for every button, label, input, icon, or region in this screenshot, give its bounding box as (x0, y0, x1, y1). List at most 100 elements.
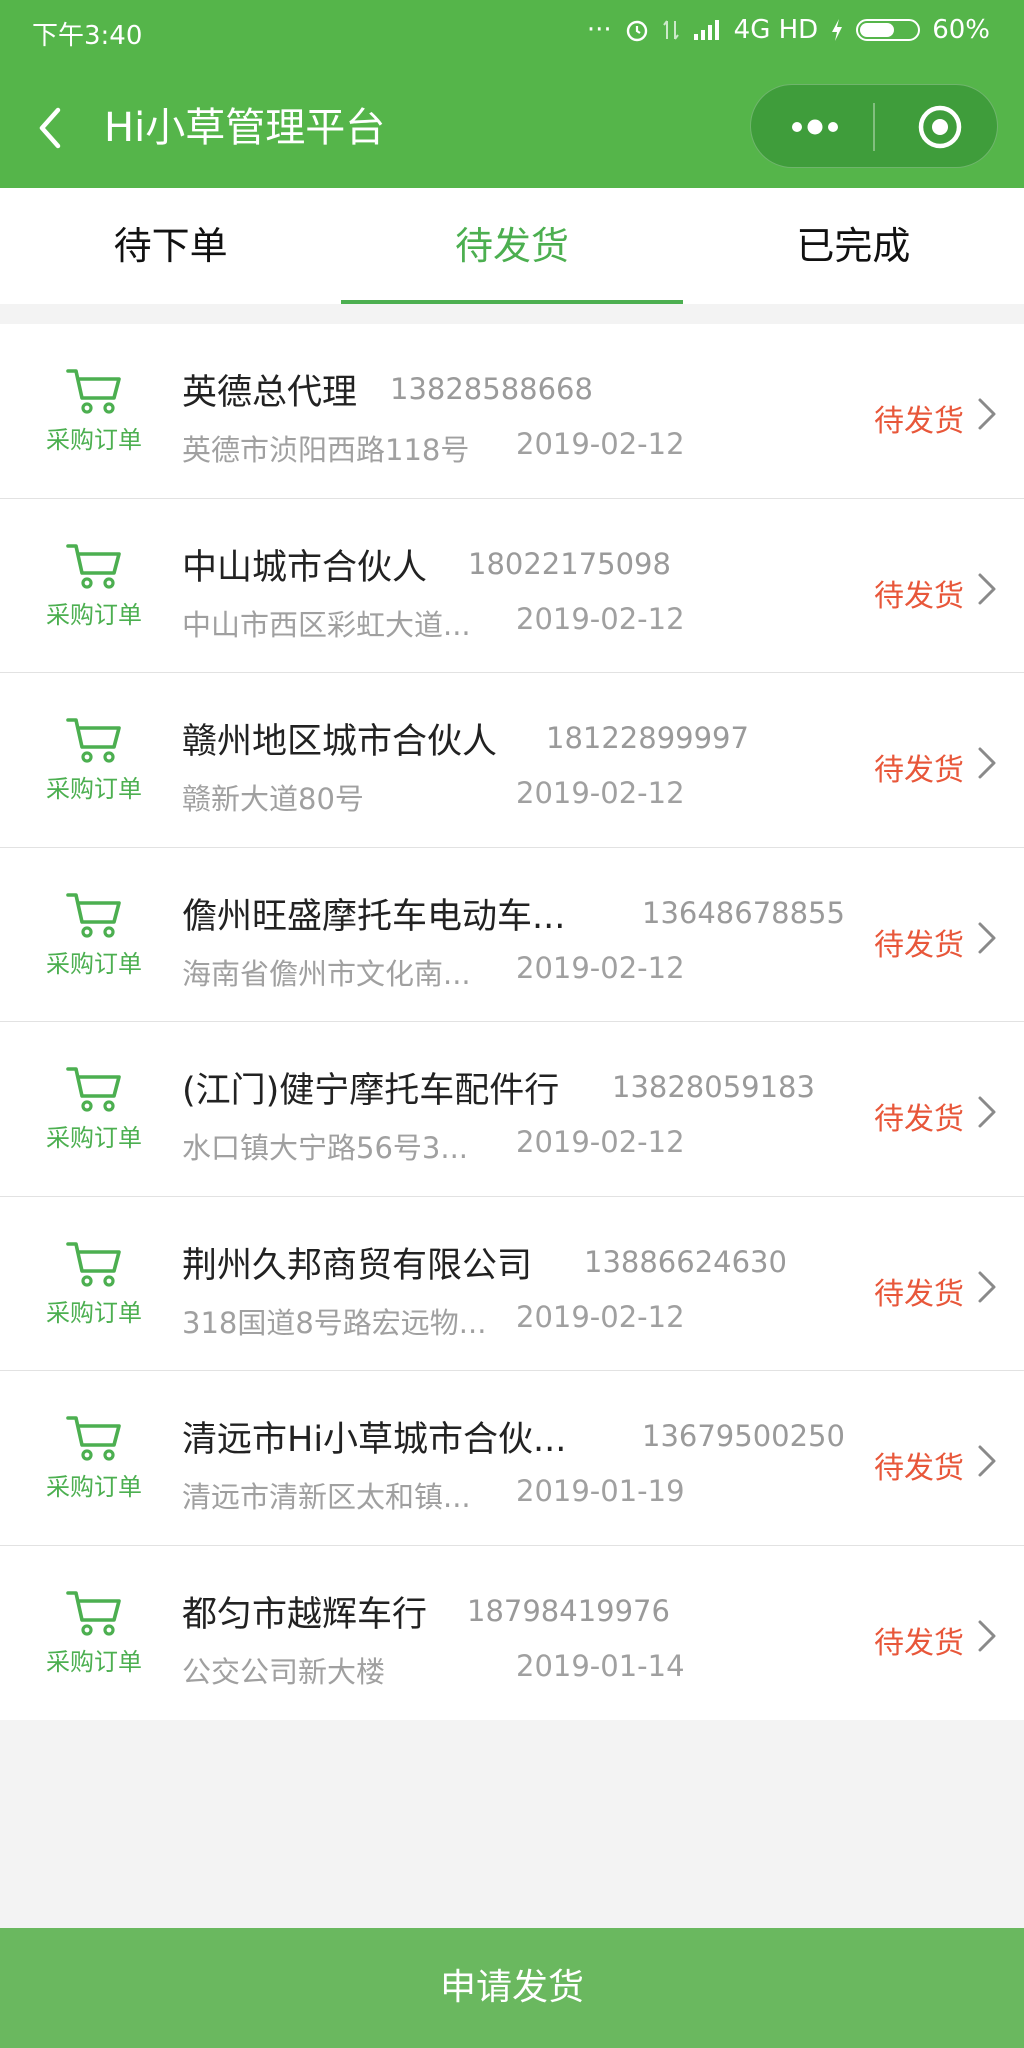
order-type: 采购订单 (36, 541, 152, 630)
order-row[interactable]: 采购订单 清远市Hi小草城市合伙... 13679500250 清远市清新区太和… (0, 1371, 1024, 1546)
customer-phone: 13886624630 (584, 1244, 787, 1279)
status-time: 下午3:40 (32, 21, 143, 51)
status-badge: 待发货 (874, 1451, 964, 1486)
chevron-right-icon (978, 1620, 996, 1651)
order-type-label: 采购订单 (46, 949, 142, 978)
shopping-cart-icon (66, 1590, 121, 1636)
order-type: 采购订单 (36, 1413, 152, 1502)
order-type: 采购订单 (36, 1588, 152, 1677)
order-date: 2019-01-19 (516, 1474, 685, 1508)
status-bar: 下午3:40 ··· 4G HD 60% (0, 0, 1024, 62)
order-type: 采购订单 (36, 715, 152, 804)
order-date: 2019-02-12 (516, 950, 685, 985)
customer-phone: 13648678855 (642, 895, 845, 930)
order-date: 2019-02-12 (516, 1299, 685, 1334)
mini-program-capsule (750, 84, 998, 168)
status-badge: 待发货 (874, 753, 964, 788)
status-badge: 待发货 (874, 927, 964, 963)
order-date: 2019-02-12 (516, 427, 685, 461)
order-row[interactable]: 采购订单 中山城市合伙人 18022175098 中山市西区彩虹大道... 20… (0, 499, 1024, 673)
customer-name: 儋州旺盛摩托车电动车... (182, 896, 566, 937)
customer-phone: 18022175098 (468, 546, 671, 581)
order-date: 2019-02-12 (516, 776, 685, 810)
order-list: 采购订单 英德总代理 13828588668 英德市浈阳西路118号 2019-… (0, 324, 1024, 1720)
tab-pending-order[interactable]: 待下单 (0, 188, 341, 304)
customer-name: 都匀市越辉车行 (182, 1594, 428, 1635)
order-type-label: 采购订单 (46, 1298, 142, 1327)
order-type-label: 采购订单 (46, 426, 142, 454)
order-row[interactable]: 采购订单 赣州地区城市合伙人 18122899997 赣新大道80号 2019-… (0, 673, 1024, 848)
customer-phone: 18798419976 (467, 1593, 670, 1628)
order-tabs: 待下单 待发货 已完成 (0, 188, 1024, 304)
order-row[interactable]: 采购订单 荆州久邦商贸有限公司 13886624630 318国道8号路宏远物.… (0, 1197, 1024, 1371)
shopping-cart-icon (66, 543, 121, 589)
tab-pending-shipment[interactable]: 待发货 (341, 188, 683, 304)
customer-address: 英德市浈阳西路118号 (182, 433, 470, 467)
shopping-cart-icon (66, 718, 121, 763)
order-type-label: 采购订单 (46, 1647, 142, 1676)
tab-completed[interactable]: 已完成 (683, 188, 1024, 304)
customer-address: 海南省儋州市文化南... (182, 956, 471, 991)
more-dots-icon: ··· (586, 15, 612, 45)
customer-name: 荆州久邦商贸有限公司 (182, 1245, 533, 1286)
status-indicators: ··· 4G HD 60% (587, 15, 990, 45)
chevron-right-icon (978, 398, 996, 430)
customer-address: 水口镇大宁路56号3... (182, 1131, 469, 1165)
close-target-icon[interactable] (917, 104, 963, 150)
battery-level (860, 23, 894, 37)
signal-icon (693, 20, 719, 40)
customer-phone: 13828059183 (612, 1070, 815, 1104)
customer-name: (江门)健宁摩托车配件行 (182, 1071, 560, 1111)
customer-address: 清远市清新区太和镇... (182, 1480, 471, 1514)
alarm-icon (626, 20, 647, 42)
customer-name: 英德总代理 (182, 373, 358, 413)
order-row[interactable]: 采购订单 都匀市越辉车行 18798419976 公交公司新大楼 2019-01… (0, 1546, 1024, 1721)
status-badge: 待发货 (874, 404, 964, 439)
data-transfer-icon (662, 20, 679, 40)
battery-percent: 60% (932, 15, 990, 45)
order-date: 2019-01-14 (516, 1648, 685, 1683)
chevron-right-icon (978, 1271, 996, 1302)
order-type: 采购订单 (36, 890, 152, 979)
customer-address: 公交公司新大楼 (182, 1654, 386, 1689)
order-row[interactable]: 采购订单 英德总代理 13828588668 英德市浈阳西路118号 2019-… (0, 324, 1024, 499)
order-type: 采购订单 (36, 1239, 152, 1328)
shopping-cart-icon (66, 1241, 121, 1287)
status-badge: 待发货 (874, 578, 964, 614)
status-badge: 待发货 (874, 1625, 964, 1661)
chevron-right-icon (978, 1096, 996, 1128)
order-type-label: 采购订单 (46, 775, 142, 803)
battery-icon (856, 19, 921, 41)
order-type-label: 采购订单 (46, 1124, 142, 1152)
chevron-right-icon (978, 1445, 996, 1477)
customer-phone: 18122899997 (546, 721, 749, 755)
header: 下午3:40 ··· 4G HD 60% Hi小草管理平台 (0, 0, 1024, 188)
status-badge: 待发货 (874, 1102, 964, 1137)
shopping-cart-icon (66, 369, 121, 414)
apply-shipment-button[interactable]: 申请发货 (0, 1928, 1024, 2048)
order-type: 采购订单 (36, 1064, 152, 1153)
shopping-cart-icon (66, 892, 121, 938)
customer-name: 清远市Hi小草城市合伙... (182, 1420, 567, 1460)
page-title: Hi小草管理平台 (104, 105, 386, 151)
order-type-label: 采购订单 (46, 1473, 142, 1501)
chevron-right-icon (978, 573, 996, 604)
shopping-cart-icon (66, 1067, 121, 1112)
network-type: 4G HD (733, 15, 819, 45)
order-type: 采购订单 (36, 366, 152, 455)
order-row[interactable]: 采购订单 (江门)健宁摩托车配件行 13828059183 水口镇大宁路56号3… (0, 1022, 1024, 1197)
back-arrow-icon[interactable] (30, 104, 74, 152)
order-date: 2019-02-12 (516, 1125, 685, 1159)
chevron-right-icon (978, 747, 996, 779)
customer-address: 318国道8号路宏远物... (182, 1305, 487, 1340)
more-options-icon[interactable] (789, 112, 841, 142)
chevron-right-icon (978, 922, 996, 953)
status-badge: 待发货 (874, 1276, 964, 1312)
customer-name: 赣州地区城市合伙人 (182, 722, 498, 762)
order-row[interactable]: 采购订单 儋州旺盛摩托车电动车... 13648678855 海南省儋州市文化南… (0, 848, 1024, 1022)
customer-name: 中山城市合伙人 (182, 547, 428, 588)
capsule-divider (873, 103, 875, 151)
order-type-label: 采购订单 (46, 600, 142, 629)
customer-phone: 13679500250 (642, 1419, 845, 1453)
customer-phone: 13828588668 (390, 372, 593, 406)
